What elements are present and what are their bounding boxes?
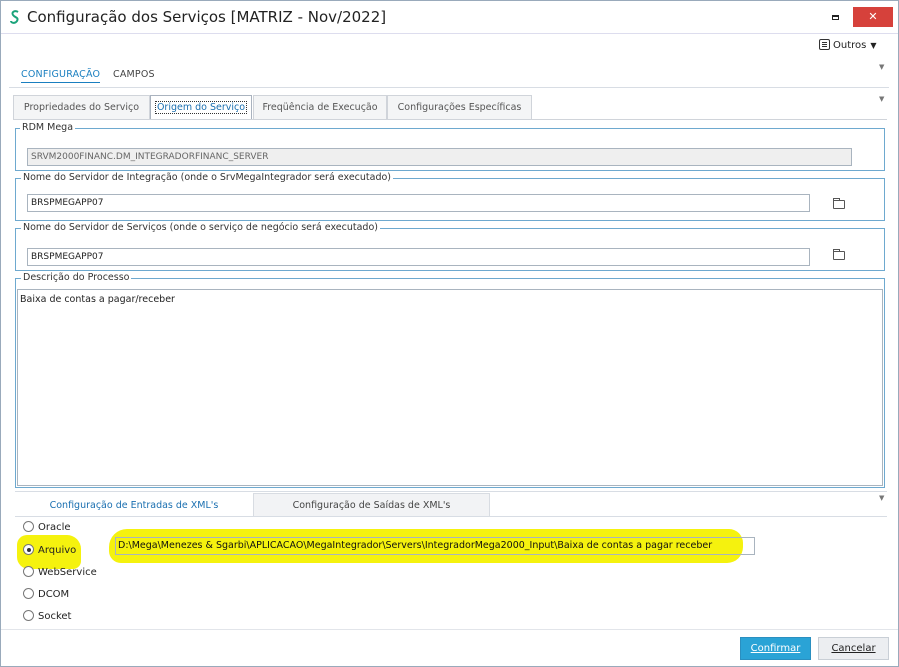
- divider: [15, 491, 887, 492]
- list-icon: [819, 39, 830, 50]
- close-button[interactable]: ✕: [853, 7, 893, 27]
- footer-divider: [1, 629, 898, 630]
- radio-webservice[interactable]: WebService: [23, 566, 97, 580]
- services-server-group: Nome do Servidor de Serviços (onde o ser…: [15, 222, 885, 271]
- radio-webservice-label: WebService: [38, 567, 97, 578]
- scroll-down-icon[interactable]: ▼: [879, 494, 884, 502]
- file-path-input[interactable]: D:\Mega\Menezes & Sgarbi\APLICACAO\MegaI…: [115, 537, 755, 555]
- process-description-legend: Descrição do Processo: [21, 272, 132, 283]
- process-description-textarea[interactable]: Baixa de contas a pagar/receber: [17, 289, 883, 486]
- services-server-legend: Nome do Servidor de Serviços (onde o ser…: [21, 222, 380, 233]
- radio-circle: [23, 566, 34, 577]
- tab-divider: [15, 516, 887, 517]
- integration-server-legend: Nome do Servidor de Integração (onde o S…: [21, 172, 393, 183]
- outros-label: Outros: [833, 40, 867, 51]
- radio-circle: [23, 588, 34, 599]
- tab-entradas-xml[interactable]: Configuração de Entradas de XML's: [15, 493, 253, 517]
- cancel-button[interactable]: Cancelar: [818, 637, 889, 660]
- radio-oracle[interactable]: Oracle: [23, 521, 71, 535]
- integration-server-input[interactable]: BRSPMEGAPP07: [27, 194, 810, 212]
- window-title: Configuração dos Serviços [MATRIZ - Nov/…: [27, 8, 387, 26]
- minimize-icon: [831, 15, 839, 20]
- radio-socket-label: Socket: [38, 611, 72, 622]
- integration-server-group: Nome do Servidor de Integração (onde o S…: [15, 172, 885, 221]
- scroll-down-icon[interactable]: ▼: [879, 63, 884, 71]
- s-logo-icon: [9, 9, 21, 25]
- tab-frequencia-execucao[interactable]: Freqüência de Execução: [253, 95, 387, 120]
- rdm-mega-group: RDM Mega SRVM2000FINANC.DM_INTEGRADORFIN…: [15, 122, 885, 171]
- tab-configuracoes-especificas[interactable]: Configurações Específicas: [387, 95, 532, 120]
- radio-dcom[interactable]: DCOM: [23, 588, 69, 602]
- scroll-down-icon[interactable]: ▼: [879, 95, 884, 103]
- folder-icon[interactable]: [833, 249, 845, 260]
- tab-origem-servico[interactable]: Origem do Serviço: [150, 95, 252, 120]
- minimize-button[interactable]: [821, 7, 849, 27]
- radio-socket[interactable]: Socket: [23, 610, 71, 624]
- tab-propriedades-servico[interactable]: Propriedades do Serviço: [13, 95, 150, 120]
- cancel-label: Cancelar: [831, 643, 876, 654]
- folder-icon[interactable]: [833, 198, 845, 209]
- chevron-down-icon: ▼: [870, 41, 877, 50]
- process-description-group: Descrição do Processo Baixa de contas a …: [15, 272, 885, 488]
- radio-oracle-label: Oracle: [38, 522, 71, 533]
- tab-origem-servico-label: Origem do Serviço: [154, 101, 248, 114]
- radio-circle: [23, 521, 34, 532]
- outros-menu-button[interactable]: Outros ▼: [819, 39, 877, 55]
- services-server-input[interactable]: BRSPMEGAPP07: [27, 248, 810, 266]
- confirm-button[interactable]: Confirmar: [740, 637, 811, 660]
- tab-configuracao[interactable]: CONFIGURAÇÃO: [21, 69, 101, 83]
- radio-circle: [23, 610, 34, 621]
- title-bar[interactable]: Configuração dos Serviços [MATRIZ - Nov/…: [1, 1, 898, 34]
- dialog-window: Configuração dos Serviços [MATRIZ - Nov/…: [0, 0, 899, 667]
- radio-arquivo[interactable]: Arquivo: [23, 544, 76, 558]
- rdm-mega-field: SRVM2000FINANC.DM_INTEGRADORFINANC_SERVE…: [27, 148, 852, 166]
- radio-dcom-label: DCOM: [38, 589, 70, 600]
- radio-circle: [23, 544, 34, 555]
- radio-arquivo-label: Arquivo: [38, 545, 77, 556]
- tab-campos[interactable]: CAMPOS: [113, 69, 155, 80]
- tab-saidas-xml[interactable]: Configuração de Saídas de XML's: [253, 493, 490, 517]
- close-icon: ✕: [868, 10, 878, 23]
- tab-divider: [9, 87, 889, 88]
- rdm-mega-legend: RDM Mega: [20, 122, 76, 133]
- confirm-label: Confirmar: [750, 643, 801, 654]
